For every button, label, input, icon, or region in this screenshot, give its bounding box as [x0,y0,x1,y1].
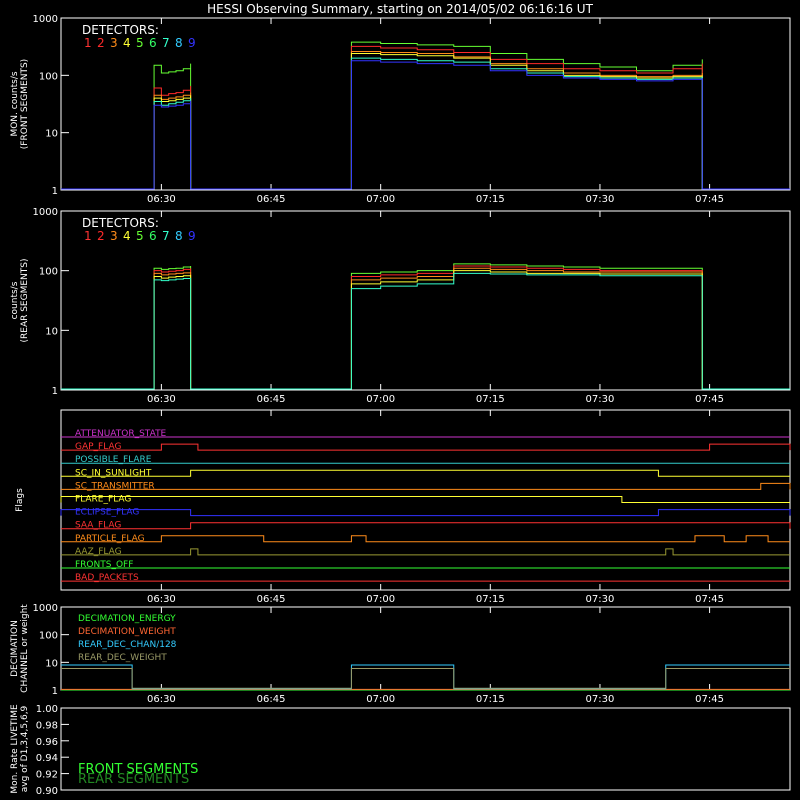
livetime-legend-label: REAR SEGMENTS [78,772,189,787]
rear-panel-xtick-label: 06:45 [257,394,286,405]
decimation-legend-label: REAR_DEC_WEIGHT [78,653,167,663]
front-panel-detector-number: 6 [149,36,157,50]
rear-panel-detector-number: 8 [175,229,183,243]
front-panel-detector-number: 7 [162,36,170,50]
front-panel-ylabel: (FRONT SEGMENTS) [20,59,30,149]
rear-panel-detector-number: 2 [97,229,105,243]
decimation-panel-xtick-label: 07:30 [586,694,615,705]
decimation-panel-xtick-label: 07:00 [366,694,395,705]
decimation-panel-ytick-label: 100 [39,631,58,642]
front-panel-detector-number: 3 [110,36,118,50]
front-panel-xtick-label: 07:15 [476,194,505,205]
decimation-panel-ytick-label: 10 [45,658,58,669]
flags-panel-xtick-label: 07:30 [586,594,615,605]
front-panel-ytick-label: 100 [39,71,58,82]
flags-panel-xtick-label: 06:45 [257,594,286,605]
livetime-panel-ytick-label: 0.96 [36,737,58,748]
observing-summary-figure: HESSI Observing Summary, starting on 201… [0,0,800,800]
front-panel-detectors-heading: DETECTORS: [82,23,159,37]
rear-panel-ytick-label: 100 [39,267,58,278]
decimation-panel-ylabel: DECIMATION [10,620,20,677]
flag-label: ATTENUATOR_STATE [75,429,167,439]
decimation-panel-ylabel: CHANNEL or weight [20,604,30,693]
front-panel-xtick-label: 06:45 [257,194,286,205]
rear-panel-detectors-heading: DETECTORS: [82,216,159,230]
flag-label: FRONTS_OFF [75,560,133,570]
decimation-panel-ytick-label: 1 [52,686,58,697]
flag-label: BAD_PACKETS [75,573,139,583]
front-panel-detector-number: 1 [84,36,92,50]
figure-background [0,0,800,800]
front-panel-detector-number: 4 [123,36,131,50]
rear-panel-xtick-label: 06:30 [147,394,176,405]
flag-label: ECLIPSE_FLAG [75,508,139,518]
flags-panel-xtick-label: 07:45 [695,594,724,605]
flags-panel-ylabel: Flags [15,488,25,512]
front-panel-xtick-label: 07:45 [695,194,724,205]
flag-label: FLARE_FLAG [75,495,131,505]
rear-panel-detector-number: 3 [110,229,118,243]
livetime-panel-ytick-label: 0.98 [36,720,58,731]
decimation-legend-label: DECIMATION_WEIGHT [78,627,176,637]
livetime-panel-ytick-label: 1.00 [36,704,58,715]
flags-panel-xtick-label: 07:15 [476,594,505,605]
front-panel-detector-number: 2 [97,36,105,50]
front-panel-detector-number: 5 [136,36,144,50]
decimation-panel-xtick-label: 06:45 [257,694,286,705]
rear-panel-detector-number: 9 [188,229,196,243]
flag-label: SC_IN_SUNLIGHT [75,468,152,478]
front-panel-ytick-label: 1 [52,186,58,197]
front-panel-ytick-label: 10 [45,129,58,140]
livetime-panel-ylabel: avg of D1,3,4,5,6,9 [20,705,30,792]
front-panel-ylabel: MON. counts/s [10,71,20,136]
rear-panel-detector-number: 4 [123,229,131,243]
figure-title: HESSI Observing Summary, starting on 201… [207,2,593,16]
rear-panel-detector-number: 7 [162,229,170,243]
flag-label: SC_TRANSMITTER [75,481,155,491]
rear-panel-ytick-label: 1 [52,386,58,397]
flag-label: PARTICLE_FLAG [75,534,145,544]
flag-label: AAZ_FLAG [75,547,122,557]
rear-panel-ytick-label: 10 [45,326,58,337]
livetime-panel-ylabel: Mon. Rate LIVETIME [10,704,20,794]
rear-panel-xtick-label: 07:45 [695,394,724,405]
rear-panel-detector-number: 6 [149,229,157,243]
front-panel-detector-number: 9 [188,36,196,50]
rear-panel-ylabel: (REAR SEGMENTS) [20,258,30,342]
flag-label: SAA_FLAG [75,521,121,531]
rear-panel-xtick-label: 07:15 [476,394,505,405]
front-panel-ytick-label: 1000 [33,14,58,25]
front-panel-detector-number: 8 [175,36,183,50]
front-panel-xtick-label: 06:30 [147,194,176,205]
rear-panel-detector-number: 1 [84,229,92,243]
decimation-panel-xtick-label: 06:30 [147,694,176,705]
flags-panel-xtick-label: 06:30 [147,594,176,605]
front-panel-xtick-label: 07:00 [366,194,395,205]
livetime-panel-ytick-label: 0.90 [36,786,58,797]
flag-label: POSSIBLE_FLARE [75,455,152,465]
decimation-legend-label: DECIMATION_ENERGY [78,614,176,624]
rear-panel-ytick-label: 1000 [33,207,58,218]
rear-panel-xtick-label: 07:30 [586,394,615,405]
decimation-panel-xtick-label: 07:15 [476,694,505,705]
decimation-panel-ytick-label: 1000 [33,603,58,614]
front-panel-xtick-label: 07:30 [586,194,615,205]
rear-panel-xtick-label: 07:00 [366,394,395,405]
flag-label: GAP_FLAG [75,442,121,452]
decimation-panel-xtick-label: 07:45 [695,694,724,705]
livetime-panel-ytick-label: 0.92 [36,770,58,781]
flags-panel-xtick-label: 07:00 [366,594,395,605]
livetime-panel-ytick-label: 0.94 [36,753,58,764]
rear-panel-ylabel: counts/s [10,281,20,319]
rear-panel-detector-number: 5 [136,229,144,243]
decimation-legend-label: REAR_DEC_CHAN/128 [78,640,177,650]
